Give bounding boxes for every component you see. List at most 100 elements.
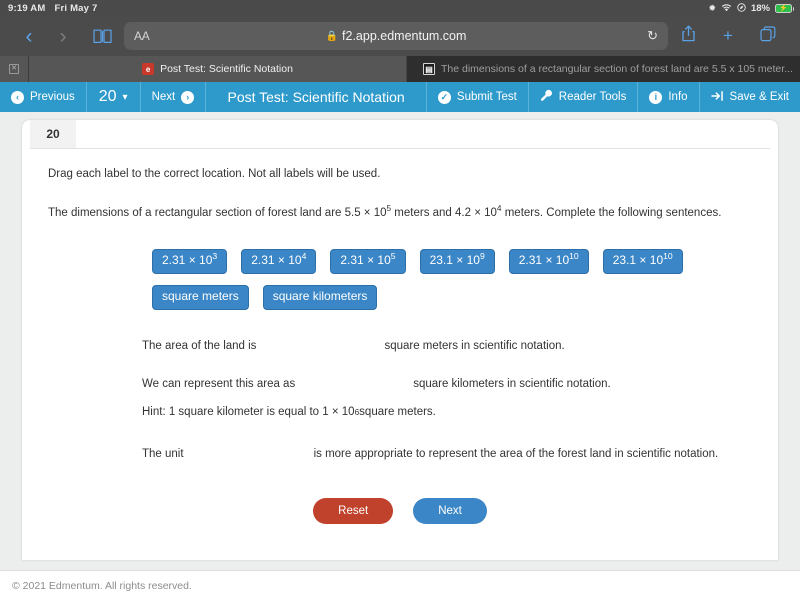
stem-part-1: The dimensions of a rectangular section …	[48, 207, 387, 219]
drag-label[interactable]: square meters	[152, 284, 249, 310]
exit-arrow-icon	[710, 90, 724, 105]
hint-text: Hint: 1 square kilometer is equal to 1 ×…	[142, 405, 436, 418]
draggable-label-bank: 2.31 × 103 2.31 × 104 2.31 × 105 23.1 × …	[48, 249, 752, 310]
book-icon[interactable]	[80, 28, 124, 44]
drag-label-exp: 4	[301, 251, 307, 261]
tab-title: The dimensions of a rectangular section …	[441, 63, 793, 75]
sentence1-after: square meters in scientific notation.	[384, 339, 565, 352]
drag-label[interactable]: 2.31 × 1010	[508, 249, 589, 274]
drag-label-exp: 10	[663, 251, 673, 261]
drag-label-base: 2.31 × 10	[162, 253, 213, 267]
arrow-right-circle-icon: ›	[181, 90, 195, 104]
drag-label[interactable]: 2.31 × 103	[152, 249, 228, 274]
drag-label-exp: 9	[479, 251, 485, 261]
page-number-value: 20	[98, 88, 117, 105]
status-indicators: ✹ 18% ⚡	[708, 2, 794, 14]
save-and-exit-button[interactable]: Save & Exit	[698, 82, 800, 112]
sentence3-after: is more appropriate to represent the are…	[313, 447, 719, 460]
close-tab-button[interactable]: ✕	[0, 56, 28, 82]
share-icon[interactable]	[668, 25, 708, 47]
drag-label-base: 23.1 × 10	[429, 253, 480, 267]
hint-before: Hint: 1 square kilometer is equal to 1 ×…	[142, 405, 355, 418]
drag-label-base: 2.31 × 10	[340, 253, 391, 267]
arrow-left-circle-icon: ‹	[11, 90, 24, 104]
copyright-text: © 2021 Edmentum. All rights reserved.	[12, 579, 192, 592]
stem-part-2: meters and 4.2 × 10	[391, 207, 497, 219]
address-bar-url: f2.app.edmentum.com	[342, 29, 467, 43]
next-button[interactable]: Next ›	[141, 82, 207, 112]
next-question-button[interactable]: Next	[413, 497, 487, 525]
info-circle-icon: i	[649, 90, 663, 104]
tabs-overview-icon[interactable]	[748, 25, 788, 47]
previous-button[interactable]: ‹ Previous	[0, 82, 87, 112]
next-label: Next	[151, 91, 176, 103]
ios-status-bar: 9:19 AM Fri May 7 ✹ 18% ⚡	[0, 0, 800, 16]
question-body: Drag each label to the correct location.…	[22, 158, 778, 560]
drag-label-exp: 5	[390, 251, 396, 261]
address-bar-url-wrap: 🔒 f2.app.edmentum.com	[124, 29, 668, 43]
drag-label-exp: 3	[212, 251, 218, 261]
close-tab-icon[interactable]: ✕	[9, 64, 19, 74]
hint-after: square meters.	[359, 405, 436, 418]
screen: 9:19 AM Fri May 7 ✹ 18% ⚡ ‹ › AA 🔒 f2.ap…	[0, 0, 800, 600]
document-favicon: ▤	[423, 63, 435, 75]
reader-tools-label: Reader Tools	[558, 91, 627, 103]
sentence2-after: square kilometers in scientific notation…	[413, 377, 611, 390]
edmentum-app-bar: ‹ Previous 20 ▾ Next › Post Test: Scient…	[0, 82, 800, 112]
drag-label[interactable]: 23.1 × 109	[419, 249, 495, 274]
submit-test-button[interactable]: ✓ Submit Test	[425, 82, 528, 112]
label-row-2: square meters square kilometers	[152, 284, 752, 310]
lock-icon: 🔒	[325, 30, 339, 42]
sentence-area-square-kilometers: We can represent this area as square kil…	[142, 378, 752, 390]
footer: © 2021 Edmentum. All rights reserved.	[0, 570, 800, 600]
reload-icon[interactable]: ↻	[647, 28, 658, 44]
address-bar[interactable]: AA 🔒 f2.app.edmentum.com ↻	[124, 22, 668, 50]
edmentum-favicon: e	[142, 63, 155, 75]
question-actions: Reset Next	[48, 497, 752, 525]
status-time: 9:19 AM	[8, 2, 46, 14]
question-card: 20 Drag each label to the correct locati…	[22, 120, 778, 560]
page-number-dropdown[interactable]: 20 ▾	[87, 82, 141, 112]
previous-label: Previous	[30, 91, 75, 103]
bluetooth-icon: ✹	[708, 2, 716, 13]
forward-chevron-icon[interactable]: ›	[46, 26, 80, 47]
label-row-1: 2.31 × 103 2.31 × 104 2.31 × 105 23.1 × …	[152, 249, 752, 274]
drag-label-base: square kilometers	[272, 288, 368, 303]
wrench-icon	[540, 89, 553, 105]
sentence-area-square-meters: The area of the land is square meters in…	[142, 340, 752, 352]
drag-label[interactable]: 2.31 × 104	[241, 249, 317, 274]
tab-forest-land-question[interactable]: ▤ The dimensions of a rectangular sectio…	[406, 56, 800, 82]
check-circle-icon: ✓	[437, 90, 451, 104]
status-date: Fri May 7	[54, 2, 98, 14]
card-divider	[30, 148, 770, 149]
plus-icon[interactable]: +	[708, 26, 748, 46]
drag-label-base: square meters	[162, 288, 239, 303]
info-button[interactable]: i Info	[637, 82, 698, 112]
tab-post-test-scientific-notation[interactable]: e Post Test: Scientific Notation	[28, 56, 406, 82]
reset-button[interactable]: Reset	[313, 497, 394, 525]
location-icon	[737, 2, 746, 14]
drag-label-base: 2.31 × 10	[251, 253, 302, 267]
drag-label-exp: 10	[569, 251, 579, 261]
question-number-badge: 20	[30, 120, 76, 148]
tab-title: Post Test: Scientific Notation	[160, 63, 293, 75]
sentence1-before: The area of the land is	[142, 339, 257, 352]
battery-percent: 18%	[750, 2, 770, 14]
app-bar-actions: ✓ Submit Test Reader Tools i Info Save &…	[425, 82, 800, 112]
submit-test-label: Submit Test	[456, 91, 517, 103]
wifi-icon	[721, 3, 732, 14]
tab-strip: ✕ e Post Test: Scientific Notation ▤ The…	[0, 56, 800, 82]
drag-label[interactable]: square kilometers	[262, 284, 378, 310]
drag-label[interactable]: 2.31 × 105	[330, 249, 406, 274]
question-instruction: Drag each label to the correct location.…	[48, 168, 381, 180]
safari-toolbar: ‹ › AA 🔒 f2.app.edmentum.com ↻ +	[0, 16, 800, 56]
drag-label[interactable]: 23.1 × 1010	[602, 249, 683, 274]
back-chevron-icon[interactable]: ‹	[12, 26, 46, 47]
stem-part-3: meters. Complete the following sentences…	[501, 207, 722, 219]
text-size-button[interactable]: AA	[134, 29, 150, 43]
reader-tools-button[interactable]: Reader Tools	[527, 82, 638, 112]
sentence-appropriate-unit: The unit is more appropriate to represen…	[142, 448, 752, 460]
battery-charging-icon: ⚡	[775, 3, 794, 13]
drag-label-base: 2.31 × 10	[518, 253, 570, 267]
info-label: Info	[668, 91, 688, 103]
